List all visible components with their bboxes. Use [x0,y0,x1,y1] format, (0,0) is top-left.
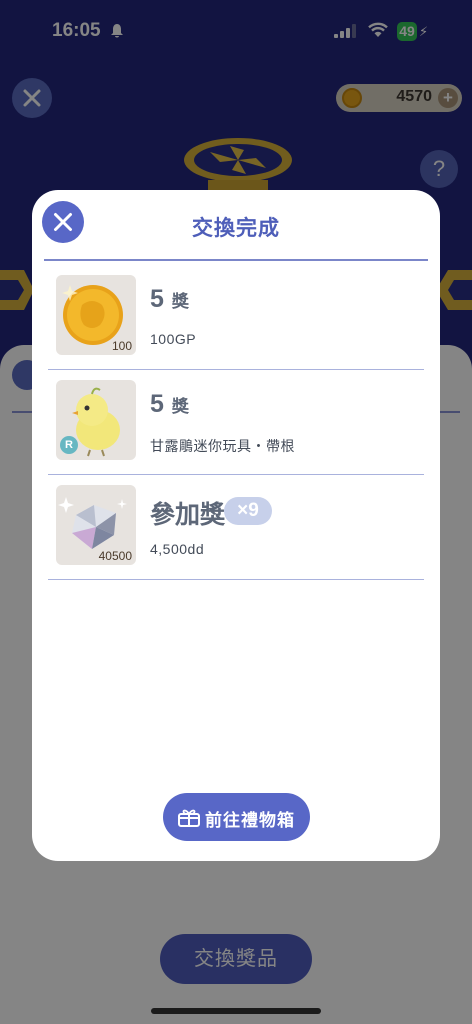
prize-description: 甘露鵰迷你玩具・帶根 [150,438,295,454]
go-to-gift-box-button[interactable]: 前往禮物箱 [163,793,310,841]
prize-title: 5獎 [150,285,189,314]
prize-rank: 5 [150,390,164,418]
gift-button-label: 前往禮物箱 [205,811,295,830]
prize-thumbnail: 100 [56,275,136,355]
exchange-complete-modal: 交換完成 100 5獎 100GP R 5 獎 甘露鵰迷你玩具・帶根 40500… [32,190,440,861]
prize-unit: 獎 [171,292,189,311]
modal-title: 交換完成 [192,217,280,240]
home-indicator [151,1008,321,1014]
prize-title: 5獎 [150,390,189,419]
prize-description: 4,500dd [150,541,205,557]
prize-rank: 5 [150,285,164,313]
rarity-badge: R [60,436,78,454]
thumb-count: 100 [111,339,132,353]
thumb-count: 40500 [98,549,132,563]
prize-rank: 參加獎 [150,501,226,529]
quantity-badge: ×9 [224,497,272,525]
prize-thumbnail: R [56,380,136,460]
prize-unit: 獎 [171,397,189,416]
prize-row: 100 5獎 100GP [48,265,424,370]
prize-row: R 5獎 甘露鵰迷你玩具・帶根 [48,370,424,475]
gift-icon [178,809,200,827]
prize-description: 100GP [150,331,197,347]
prize-title: 參加獎 [150,495,225,531]
modal-divider [44,259,428,261]
prize-thumbnail: 40500 [56,485,136,565]
prize-row: 40500 參加獎 ×9 4,500dd [48,475,424,580]
